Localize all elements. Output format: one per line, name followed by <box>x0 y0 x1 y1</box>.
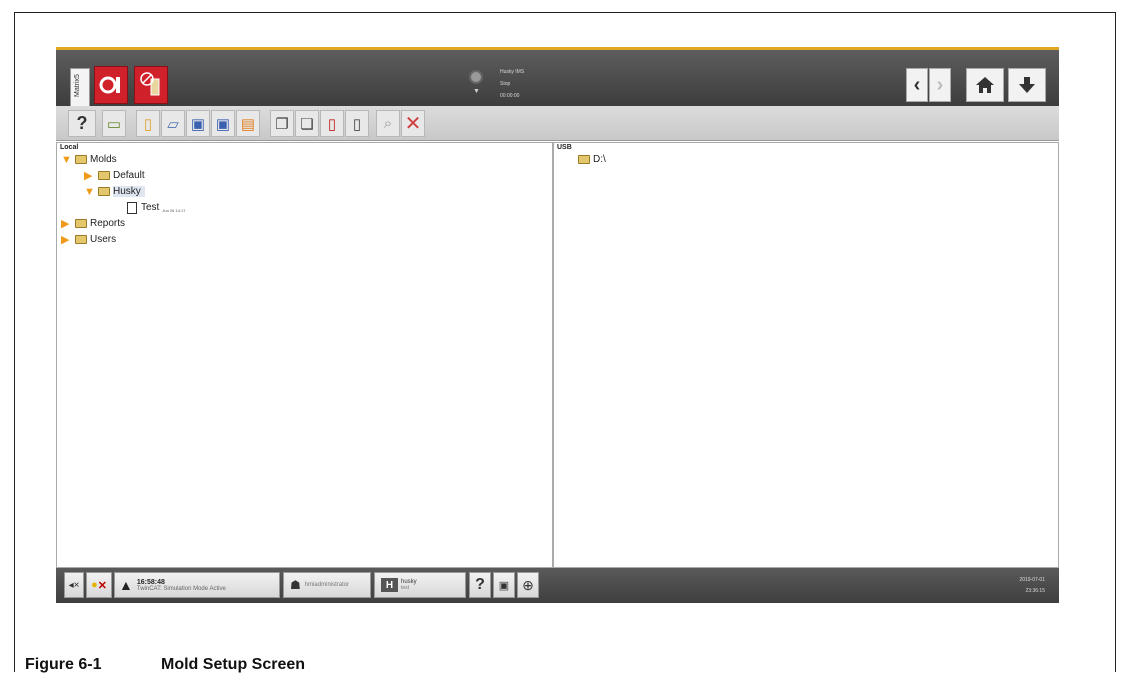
close-icon[interactable]: ✕ <box>401 110 425 137</box>
tree-item-label: Test <box>141 202 160 213</box>
figure-caption: Figure 6-1 Mold Setup Screen <box>25 656 305 674</box>
husky-logo-icon: H <box>381 578 398 592</box>
globe-icon: ⊕ <box>522 576 534 593</box>
machine-status-text: Husky IMS Stop 00:00:00 <box>500 66 524 102</box>
folder-icon <box>578 155 590 164</box>
mold-info-button[interactable]: H husky test <box>374 572 466 598</box>
back-button[interactable]: ‹ <box>906 68 928 102</box>
forward-button[interactable]: › <box>929 68 951 102</box>
collapsed-triangle-icon[interactable]: ▶ <box>61 218 73 230</box>
user-button[interactable]: ☗ hmiadministrator <box>283 572 371 598</box>
tree-item-label: Reports <box>90 218 126 229</box>
no-bottle-icon <box>140 72 160 96</box>
folder-icon <box>75 155 87 164</box>
toolbar: ? ▭ ▯ ▱ ▣ ▣ ▤ ❐ ❏ ▯ ▯ ⌕ ✕ <box>56 106 1059 141</box>
file-timestamp: Jun 26 14:17 <box>162 208 186 213</box>
download-button[interactable] <box>1008 68 1046 102</box>
collapsed-triangle-icon[interactable]: ▶ <box>61 234 73 246</box>
delete-file-icon[interactable]: ▯ <box>320 110 344 137</box>
help-button[interactable]: ? <box>68 110 96 137</box>
document-icon <box>127 201 137 214</box>
bottom-bar: ◂× ● ✕ ▲ 16:58:48 TwinCAT: Simulation Mod… <box>56 568 1059 603</box>
date-time: 2019-07-01 23:36:15 <box>1019 575 1045 597</box>
status-timer: 00:00:00 <box>500 93 520 99</box>
mold-setup-app-button[interactable] <box>94 66 128 104</box>
warning-icon: ● <box>91 579 98 591</box>
tree-item-label: Husky <box>113 186 145 197</box>
status-caret-icon[interactable]: ▼ <box>473 88 480 95</box>
expanded-triangle-icon[interactable]: ▼ <box>84 186 96 198</box>
help-bottom-button[interactable]: ? <box>469 572 491 598</box>
tree-item-label: D:\ <box>593 154 606 165</box>
status-state: Stop <box>500 81 511 87</box>
collapsed-triangle-icon[interactable]: ▶ <box>84 170 96 182</box>
folder-icon <box>75 219 87 228</box>
top-bar: Matrix5 ▼ Husky IMS Stop 00:00:00 ‹ › <box>56 47 1059 108</box>
folder-icon <box>98 171 110 180</box>
paste-icon[interactable]: ❏ <box>295 110 319 137</box>
tree-item-label: Users <box>90 234 117 245</box>
alarm-message: TwinCAT: Simulation Mode Active <box>136 585 226 592</box>
tree-item-default[interactable]: ▶ Default <box>84 168 145 183</box>
tree-item-usb-drive[interactable]: D:\ <box>576 152 606 167</box>
mold-icon <box>99 76 120 94</box>
folder-icon <box>75 235 87 244</box>
side-tab-label: Matrix5 <box>74 74 81 97</box>
speaker-muted-icon: ◂× <box>68 579 80 591</box>
tree-item-reports[interactable]: ▶ Reports <box>61 216 125 231</box>
tree-item-husky[interactable]: ▼ Husky <box>84 184 145 199</box>
screenshot-button[interactable]: ▣ <box>493 572 515 598</box>
arrow-down-icon <box>1019 77 1035 93</box>
properties-icon[interactable]: ⌕ <box>376 110 400 137</box>
date: 2019-07-01 <box>1019 577 1045 583</box>
mold-info-text: husky test <box>401 579 417 591</box>
tree-item-label: Default <box>113 170 145 181</box>
alarm-time: 16:58:48 <box>136 578 165 586</box>
mold-setup-screen: Matrix5 ▼ Husky IMS Stop 00:00:00 ‹ › ? … <box>56 47 1059 603</box>
open-folder-icon[interactable]: ▱ <box>161 110 185 137</box>
tree-item-label: Molds <box>90 154 117 165</box>
alarm-triangle-icon: ▲ <box>119 577 133 593</box>
status-machine: Husky IMS <box>500 69 525 75</box>
alarm-reset-button[interactable]: ● ✕ <box>86 572 112 598</box>
export-icon[interactable]: ▤ <box>236 110 260 137</box>
tree-item-test[interactable]: Test Jun 26 14:17 <box>127 200 185 215</box>
machine-status-icon[interactable] <box>469 70 483 84</box>
folder-sync-icon[interactable]: ▭ <box>102 110 126 137</box>
folder-icon <box>98 187 110 196</box>
hot-runner-app-button[interactable] <box>134 66 168 104</box>
usb-pane: USB D:\ <box>553 142 1059 568</box>
usb-pane-title: USB <box>557 144 572 151</box>
save-as-icon[interactable]: ▣ <box>211 110 235 137</box>
chevron-right-icon: › <box>936 73 944 96</box>
chevron-left-icon: ‹ <box>913 73 921 96</box>
tree-item-users[interactable]: ▶ Users <box>61 232 116 247</box>
save-icon[interactable]: ▣ <box>186 110 210 137</box>
new-file-icon[interactable]: ▯ <box>136 110 160 137</box>
expanded-triangle-icon[interactable]: ▼ <box>61 154 73 166</box>
rename-icon[interactable]: ▯ <box>345 110 369 137</box>
figure-title: Mold Setup Screen <box>161 656 306 673</box>
clear-icon: ✕ <box>97 579 107 592</box>
alarm-banner[interactable]: ▲ 16:58:48 TwinCAT: Simulation Mode Acti… <box>114 572 280 598</box>
user-name: hmiadministrator <box>304 582 350 588</box>
figure-number: Figure 6-1 <box>25 656 102 673</box>
copy-icon[interactable]: ❐ <box>270 110 294 137</box>
home-button[interactable] <box>966 68 1004 102</box>
mute-button[interactable]: ◂× <box>64 572 84 598</box>
user-icon: ☗ <box>290 578 301 592</box>
time: 23:36:15 <box>1025 588 1045 594</box>
tree-item-molds[interactable]: ▼ Molds <box>61 152 117 167</box>
camera-icon: ▣ <box>498 579 510 592</box>
mold-sub: test <box>401 585 410 591</box>
side-tab[interactable]: Matrix5 <box>70 68 90 108</box>
local-pane: Local ▼ Molds ▶ Default ▼ Husky Test Jun… <box>56 142 553 568</box>
language-button[interactable]: ⊕ <box>517 572 539 598</box>
home-icon <box>976 77 994 93</box>
local-pane-title: Local <box>60 144 79 151</box>
alarm-text: 16:58:48 TwinCAT: Simulation Mode Active <box>137 579 226 592</box>
